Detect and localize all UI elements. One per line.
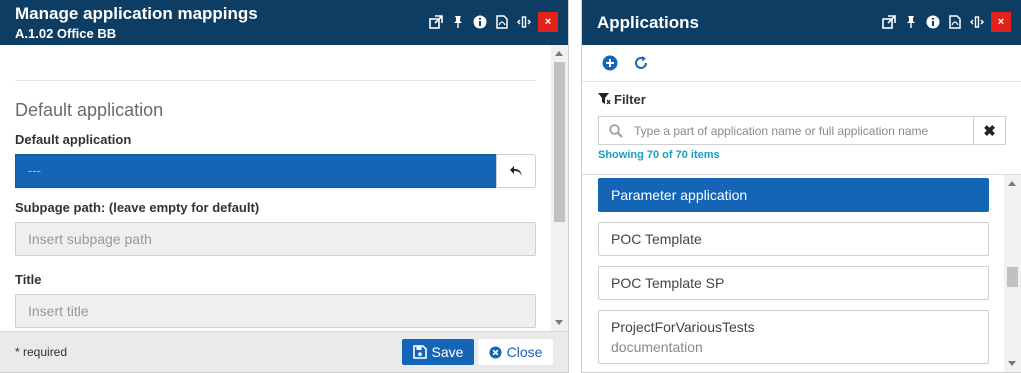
panel-title: Applications bbox=[597, 13, 700, 32]
popout-icon[interactable] bbox=[878, 11, 899, 32]
search-input[interactable]: Type a part of application name or full … bbox=[598, 116, 974, 145]
save-icon bbox=[412, 345, 427, 359]
list-item-label: Parameter application bbox=[611, 187, 748, 203]
panel-header: Manage application mappings A.1.02 Offic… bbox=[0, 0, 568, 45]
title-input[interactable]: Insert title bbox=[15, 294, 536, 328]
required-note: * required bbox=[15, 345, 68, 359]
resize-icon[interactable] bbox=[966, 11, 987, 32]
close-circle-icon bbox=[489, 345, 502, 359]
filter-icon bbox=[598, 93, 611, 105]
list-item-label: POC Template SP bbox=[611, 275, 725, 291]
scroll-thumb[interactable] bbox=[554, 62, 565, 222]
list-scrollbar[interactable] bbox=[1004, 175, 1021, 372]
pin-icon[interactable] bbox=[900, 11, 921, 32]
reset-button[interactable] bbox=[496, 154, 536, 188]
form-scrollbar[interactable] bbox=[551, 45, 568, 332]
header-icon-group: × bbox=[877, 11, 1011, 32]
panel-subtitle: A.1.02 Office BB bbox=[15, 26, 117, 41]
subpage-input[interactable]: Insert subpage path bbox=[15, 222, 536, 256]
subpage-label: Subpage path: (leave empty for default) bbox=[15, 200, 260, 215]
pdf-icon[interactable] bbox=[491, 11, 512, 32]
close-button[interactable]: Close bbox=[478, 339, 553, 365]
scroll-thumb[interactable] bbox=[1007, 267, 1018, 287]
close-icon[interactable]: × bbox=[991, 11, 1011, 32]
form-body: Default application Default application … bbox=[0, 45, 551, 332]
section-title: Default application bbox=[15, 100, 164, 120]
manage-mappings-panel: Manage application mappings A.1.02 Offic… bbox=[0, 0, 569, 373]
list-item-label: POC Template bbox=[611, 231, 702, 247]
pdf-icon[interactable] bbox=[944, 11, 965, 32]
header-icon-group: × bbox=[424, 11, 558, 32]
info-icon[interactable] bbox=[922, 11, 943, 32]
list-toolbar bbox=[582, 45, 1021, 82]
refresh-icon[interactable] bbox=[633, 55, 649, 71]
close-label: Close bbox=[506, 344, 543, 360]
search-placeholder: Type a part of application name or full … bbox=[634, 124, 929, 138]
panel-title: Manage application mappings bbox=[15, 4, 258, 23]
filter-section: Filter Type a part of application name o… bbox=[582, 82, 1021, 175]
clear-search-button[interactable]: ✖ bbox=[973, 116, 1006, 145]
add-icon[interactable] bbox=[602, 55, 618, 71]
scroll-down-arrow[interactable] bbox=[1008, 361, 1016, 366]
filter-label: Filter bbox=[614, 92, 646, 107]
divider bbox=[15, 80, 536, 81]
list-item[interactable]: Parameter application bbox=[598, 178, 989, 212]
resize-icon[interactable] bbox=[513, 11, 534, 32]
scroll-up-arrow[interactable] bbox=[555, 51, 563, 56]
list-item[interactable]: POC Template SP bbox=[598, 266, 989, 300]
applications-panel: Applications × Filter Type a part of app… bbox=[581, 0, 1021, 373]
undo-icon bbox=[510, 166, 522, 176]
close-icon[interactable]: × bbox=[538, 11, 558, 32]
list-item[interactable]: POC Template bbox=[598, 222, 989, 256]
default-app-label: Default application bbox=[15, 132, 132, 147]
default-app-select[interactable]: --- bbox=[15, 154, 497, 188]
form-footer: * required Save Close bbox=[0, 331, 568, 372]
scroll-up-arrow[interactable] bbox=[1008, 181, 1016, 186]
search-icon bbox=[609, 124, 623, 138]
panel-header: Applications × bbox=[582, 0, 1021, 45]
list-item[interactable]: ProjectForVariousTests documentation bbox=[598, 310, 989, 364]
info-icon[interactable] bbox=[469, 11, 490, 32]
save-button[interactable]: Save bbox=[402, 339, 474, 365]
save-label: Save bbox=[431, 344, 464, 360]
showing-count: Showing 70 of 70 items bbox=[598, 149, 720, 161]
list-item-label: ProjectForVariousTests bbox=[611, 319, 755, 335]
applications-list: Parameter application POC Template POC T… bbox=[582, 175, 1003, 372]
popout-icon[interactable] bbox=[425, 11, 446, 32]
pin-icon[interactable] bbox=[447, 11, 468, 32]
scroll-down-arrow[interactable] bbox=[555, 320, 563, 325]
title-label: Title bbox=[15, 272, 42, 287]
list-item-description: documentation bbox=[611, 339, 703, 355]
